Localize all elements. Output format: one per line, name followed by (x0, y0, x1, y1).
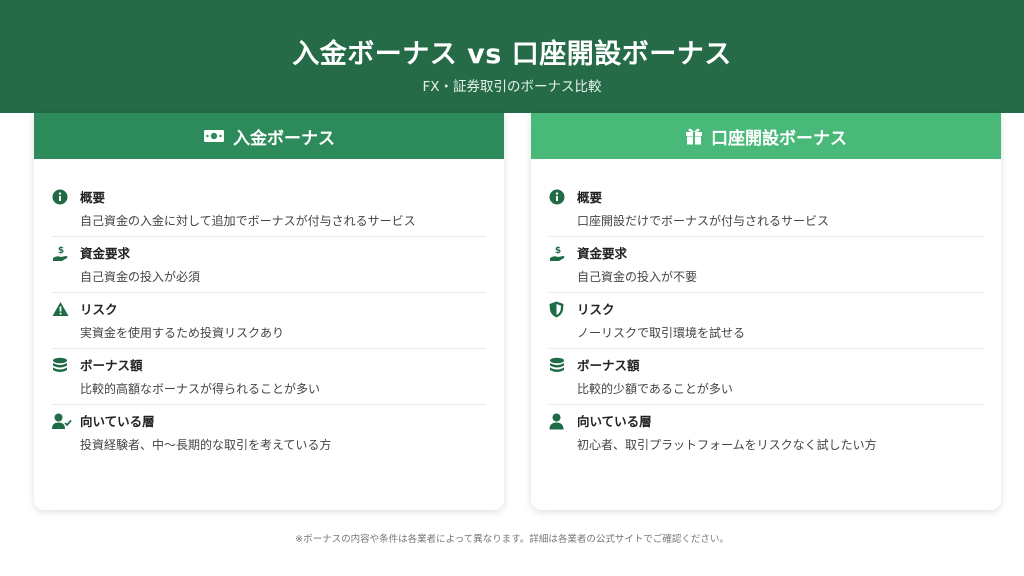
item-description: 自己資金の投入が不要 (577, 270, 698, 284)
list-item: ボーナス額 比較的高額なボーナスが得られることが多い (52, 349, 486, 405)
list-item: 向いている層 投資経験者、中〜長期的な取引を考えている方 (52, 405, 486, 461)
page-title: 入金ボーナス vs 口座開設ボーナス (292, 39, 732, 70)
hand-dollar-icon: $ (549, 243, 577, 263)
hand-dollar-icon: $ (52, 243, 80, 263)
user-check-icon (52, 411, 80, 430)
list-item: ボーナス額 比較的少額であることが多い (549, 349, 983, 405)
coins-icon (52, 355, 80, 375)
deposit-bonus-card-title: 入金ボーナス (233, 128, 335, 149)
shield-icon (549, 299, 577, 318)
deposit-bonus-card: 入金ボーナス 概要 自己資金の入金に対して追加でボーナスが付与されるサービス $… (34, 113, 504, 510)
svg-text:$: $ (555, 246, 561, 256)
item-description: 比較的高額なボーナスが得られることが多い (80, 382, 321, 396)
list-item: 概要 口座開設だけでボーナスが付与されるサービス (549, 181, 983, 237)
item-description: ノーリスクで取引環境を試せる (577, 326, 746, 340)
item-title: 向いている層 (577, 414, 652, 429)
item-description: 自己資金の入金に対して追加でボーナスが付与されるサービス (80, 214, 416, 228)
item-description: 自己資金の投入が必須 (80, 270, 201, 284)
gift-icon (685, 127, 703, 145)
page-subtitle: FX・証券取引のボーナス比較 (422, 79, 602, 95)
item-title: リスク (577, 302, 615, 317)
list-item: $ 資金要求 自己資金の投入が必須 (52, 237, 486, 293)
user-icon (549, 411, 577, 430)
list-item: リスク ノーリスクで取引環境を試せる (549, 293, 983, 349)
list-item: 概要 自己資金の入金に対して追加でボーナスが付与されるサービス (52, 181, 486, 237)
item-description: 実資金を使用するため投資リスクあり (80, 326, 285, 340)
item-description: 初心者、取引プラットフォームをリスクなく試したい方 (577, 438, 877, 452)
account-bonus-card-title: 口座開設ボーナス (711, 128, 847, 149)
deposit-bonus-card-header: 入金ボーナス (34, 113, 504, 159)
item-description: 投資経験者、中〜長期的な取引を考えている方 (80, 438, 332, 452)
account-bonus-card: 口座開設ボーナス 概要 口座開設だけでボーナスが付与されるサービス $ 資金要求… (531, 113, 1001, 510)
item-title: ボーナス額 (80, 358, 143, 373)
deposit-bonus-item-list: 概要 自己資金の入金に対して追加でボーナスが付与されるサービス $ 資金要求 自… (34, 159, 504, 461)
coins-icon (549, 355, 577, 375)
footer-note: ※ボーナスの内容や条件は各業者によって異なります。詳細は各業者の公式サイトでご確… (295, 534, 729, 545)
item-title: ボーナス額 (577, 358, 640, 373)
item-description: 比較的少額であることが多い (577, 382, 733, 396)
money-bill-icon (203, 128, 225, 144)
header: 入金ボーナス vs 口座開設ボーナス FX・証券取引のボーナス比較 (0, 0, 1024, 113)
item-title: 資金要求 (577, 246, 628, 261)
item-title: 概要 (577, 190, 603, 205)
account-bonus-card-header: 口座開設ボーナス (531, 113, 1001, 159)
item-title: 資金要求 (80, 246, 131, 261)
item-title: 概要 (80, 190, 106, 205)
list-item: $ 資金要求 自己資金の投入が不要 (549, 237, 983, 293)
account-bonus-item-list: 概要 口座開設だけでボーナスが付与されるサービス $ 資金要求 自己資金の投入が… (531, 159, 1001, 461)
info-icon (549, 187, 577, 205)
list-item: 向いている層 初心者、取引プラットフォームをリスクなく試したい方 (549, 405, 983, 461)
info-icon (52, 187, 80, 205)
warning-icon (52, 299, 80, 317)
item-description: 口座開設だけでボーナスが付与されるサービス (577, 214, 830, 228)
svg-text:$: $ (58, 246, 64, 256)
item-title: 向いている層 (80, 414, 155, 429)
list-item: リスク 実資金を使用するため投資リスクあり (52, 293, 486, 349)
item-title: リスク (80, 302, 118, 317)
